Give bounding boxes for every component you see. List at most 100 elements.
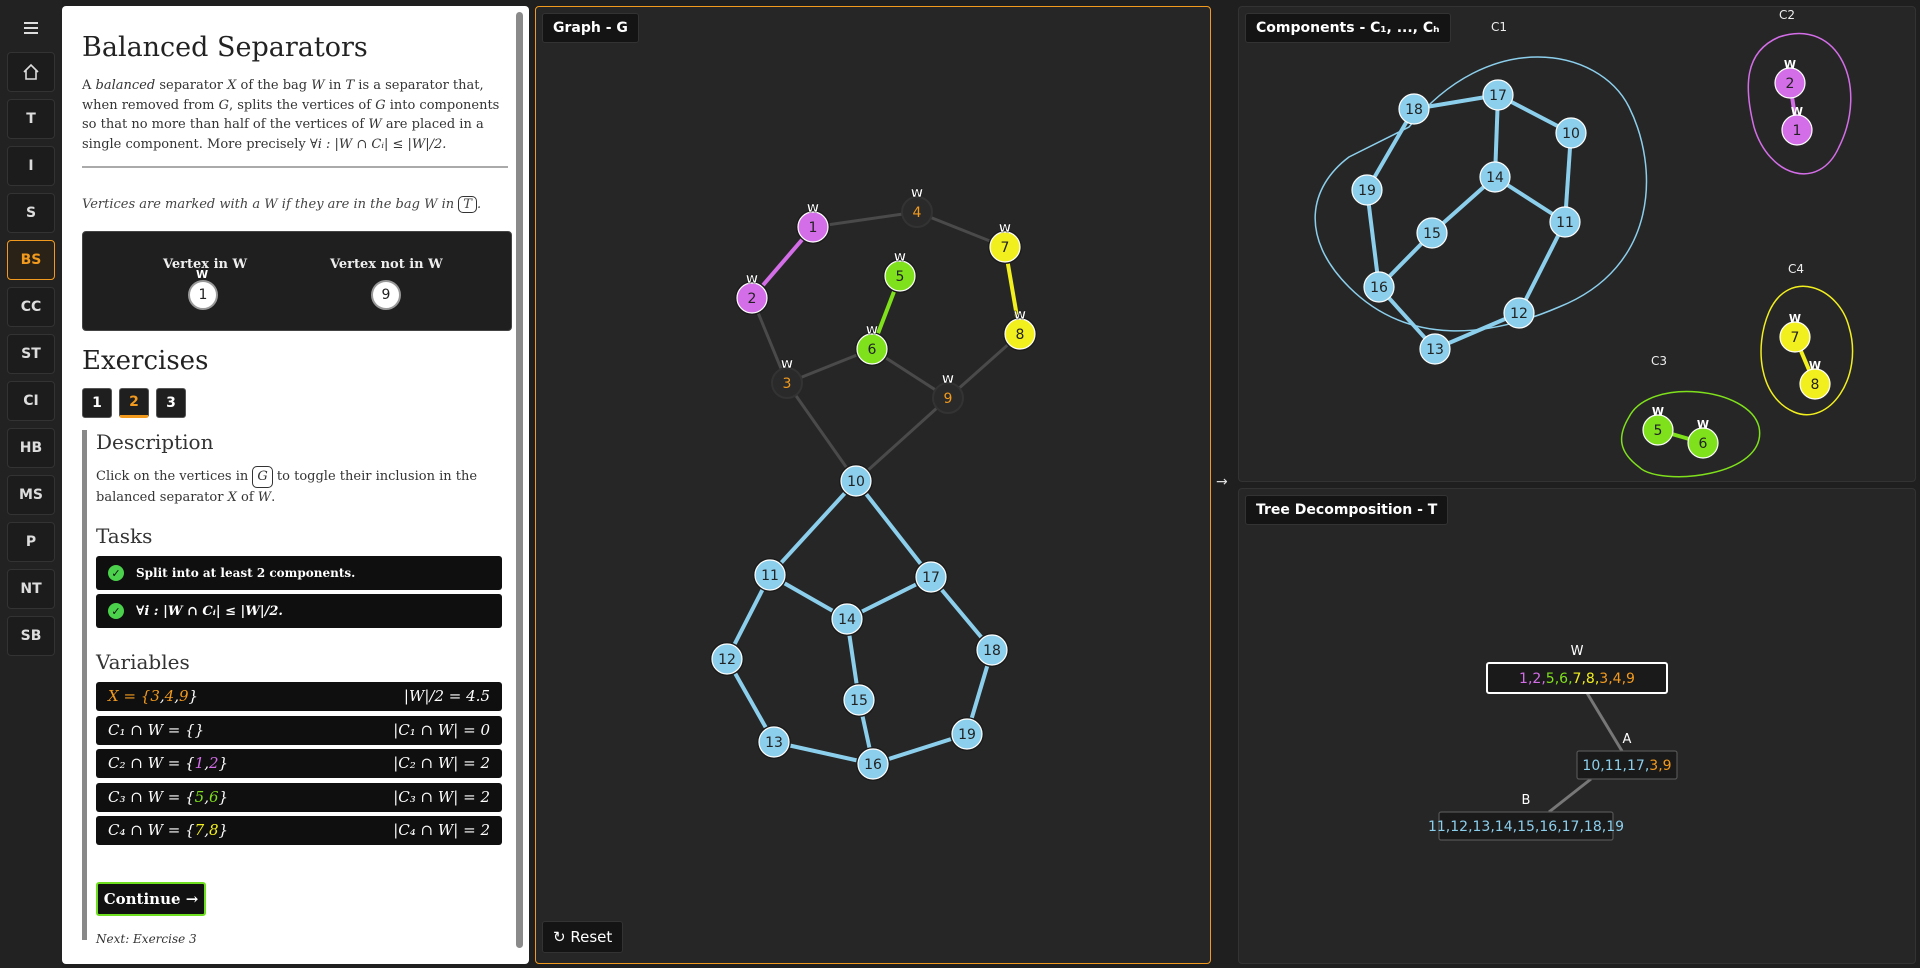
exercise-3-button[interactable]: 3 xyxy=(156,388,186,418)
graph-node-19[interactable]: 19 xyxy=(950,717,984,751)
variables-title: Variables xyxy=(96,650,190,674)
nav-item-p[interactable]: P xyxy=(7,522,55,562)
description-text: Click on the vertices in G to toggle the… xyxy=(96,466,496,508)
svg-text:10: 10 xyxy=(1562,126,1580,142)
graph-node-17[interactable]: 17 xyxy=(914,560,948,594)
svg-text:18: 18 xyxy=(1405,102,1423,118)
graph-node-11[interactable]: 11 xyxy=(753,558,787,592)
component-node-7: 7W xyxy=(1779,312,1811,353)
svg-text:19: 19 xyxy=(1358,183,1376,199)
graph-node-8[interactable]: 8W xyxy=(1003,309,1037,351)
w-mark: W xyxy=(807,202,819,215)
graph-node-3[interactable]: 3W xyxy=(771,358,803,399)
variable-value: |C₂ ∩ W| = 2 xyxy=(393,754,490,772)
graph-panel: 1 W 2 W 3 W 4 W 5 W 6 W 7 W 8 W 9 W 10 11 12 13 14 15 16 17 18 19 G… xyxy=(535,6,1211,964)
nav-item-hb[interactable]: HB xyxy=(7,428,55,468)
tree-bag-w[interactable]: W 1,2,5,6,7,8,3,4,9 xyxy=(1486,644,1668,694)
exercises-title: Exercises xyxy=(82,346,209,376)
tree-bag-items: 11,12,13,14,15,16,17,18,19 xyxy=(1428,819,1624,835)
tree-bag-items: 1,2,5,6,7,8,3,4,9 xyxy=(1519,671,1635,687)
components-title: Components - C₁, ..., Cₕ xyxy=(1245,13,1451,43)
component-node-16: 16 xyxy=(1363,271,1395,303)
graph-node-label: 4 xyxy=(913,205,922,221)
graph-node-5[interactable]: 5W xyxy=(883,251,917,293)
nav-item-s[interactable]: S xyxy=(7,193,55,233)
variable-expression: C₁ ∩ W = {} xyxy=(108,720,205,739)
component-node-15: 15 xyxy=(1416,217,1448,249)
left-nav: T I S BS CC ST CI HB MS P NT SB xyxy=(0,0,62,968)
graph-node-14[interactable]: 14 xyxy=(830,602,864,636)
check-icon: ✓ xyxy=(108,603,124,619)
menu-icon[interactable] xyxy=(7,8,55,48)
scrollbar[interactable] xyxy=(516,12,523,948)
graph-node-label: 3 xyxy=(783,376,792,392)
graph-node-13[interactable]: 13 xyxy=(757,725,791,759)
graph-node-label: 19 xyxy=(958,727,976,743)
nav-item-nt[interactable]: NT xyxy=(7,569,55,609)
variable-row: X = {3,4,9} |W|/2 = 4.5 xyxy=(96,682,502,711)
graph-node-6[interactable]: 6W xyxy=(855,324,889,366)
graph-node-4[interactable]: 4W xyxy=(901,187,933,228)
graph-node-1[interactable]: 1W xyxy=(796,202,830,244)
continue-button[interactable]: Continue → xyxy=(96,882,206,916)
home-button[interactable] xyxy=(7,52,55,92)
w-mark: W xyxy=(942,373,954,386)
variable-row: C₂ ∩ W = {1,2} |C₂ ∩ W| = 2 xyxy=(96,749,502,778)
exercise-2-button[interactable]: 2 xyxy=(119,388,149,418)
w-mark: W xyxy=(1784,58,1796,71)
graph-node-label: 16 xyxy=(864,757,882,773)
legend-out-label: Vertex not in W xyxy=(330,257,443,272)
component-node-1: 1W xyxy=(1781,105,1813,146)
tree-bag-a[interactable]: A 10,11,17,3,9 xyxy=(1576,732,1678,780)
svg-text:15: 15 xyxy=(1423,226,1441,242)
graph-node-label: 11 xyxy=(761,568,779,584)
graph-edge xyxy=(854,479,933,579)
graph-edge xyxy=(785,382,858,482)
component-hull-c2 xyxy=(1747,32,1852,175)
nav-item-ci[interactable]: CI xyxy=(7,381,55,421)
graph-node-9[interactable]: 9W xyxy=(932,373,964,414)
component-node-17: 17 xyxy=(1482,79,1514,111)
w-mark: W xyxy=(1809,359,1821,372)
graph-node-7[interactable]: 7W xyxy=(988,222,1022,264)
exercise-1-button[interactable]: 1 xyxy=(82,388,112,418)
w-mark: W xyxy=(911,187,923,200)
nav-item-i[interactable]: I xyxy=(7,146,55,186)
tree-bag-items: 10,11,17,3,9 xyxy=(1582,758,1671,774)
nav-item-st[interactable]: ST xyxy=(7,334,55,374)
tree-bag-name: W xyxy=(1571,644,1584,659)
svg-text:1: 1 xyxy=(1793,123,1802,139)
nav-item-cc[interactable]: CC xyxy=(7,287,55,327)
graph-node-16[interactable]: 16 xyxy=(856,747,890,781)
w-mark: W xyxy=(894,251,906,264)
tasks-title: Tasks xyxy=(96,524,153,548)
tree-bag-b[interactable]: B 11,12,13,14,15,16,17,18,19 xyxy=(1428,793,1624,841)
tree-panel: W 1,2,5,6,7,8,3,4,9 A 10,11,17,3,9 B 11,12,13… xyxy=(1238,488,1916,964)
divider xyxy=(82,166,508,168)
w-mark: W xyxy=(1014,309,1026,322)
nav-item-ms[interactable]: MS xyxy=(7,475,55,515)
component-node-13: 13 xyxy=(1419,333,1451,365)
variable-row: C₃ ∩ W = {5,6} |C₃ ∩ W| = 2 xyxy=(96,782,502,812)
refresh-icon: ↻ xyxy=(553,928,566,946)
components-canvas: 10111213141516171819C12W1WC25W6WC37W8WC4 xyxy=(1314,8,1854,478)
tree-edge xyxy=(1548,777,1592,814)
nav-item-bs[interactable]: BS xyxy=(7,240,55,280)
reset-button[interactable]: ↻ Reset xyxy=(542,921,624,953)
nav-item-sb[interactable]: SB xyxy=(7,616,55,656)
graph-canvas[interactable]: 1W2W3W4W5W6W7W8W9W10111213141516171819 xyxy=(536,7,1212,965)
graph-node-18[interactable]: 18 xyxy=(975,633,1009,667)
tree-bag-name: B xyxy=(1522,793,1531,808)
svg-text:14: 14 xyxy=(1486,170,1504,186)
graph-node-12[interactable]: 12 xyxy=(710,642,744,676)
legend-w-mark: W xyxy=(196,268,209,281)
component-node-2: 2W xyxy=(1774,58,1806,99)
graph-node-label: 18 xyxy=(983,643,1001,659)
graph-node-10[interactable]: 10 xyxy=(839,464,873,498)
nav-item-t[interactable]: T xyxy=(7,99,55,139)
lesson-panel: Balanced Separators A balanced separator… xyxy=(62,6,529,964)
legend: Vertex in W 1 W Vertex not in W 9 xyxy=(82,231,512,331)
graph-node-15[interactable]: 15 xyxy=(842,683,876,717)
graph-node-2[interactable]: 2W xyxy=(735,273,769,315)
component-node-18: 18 xyxy=(1398,93,1430,125)
